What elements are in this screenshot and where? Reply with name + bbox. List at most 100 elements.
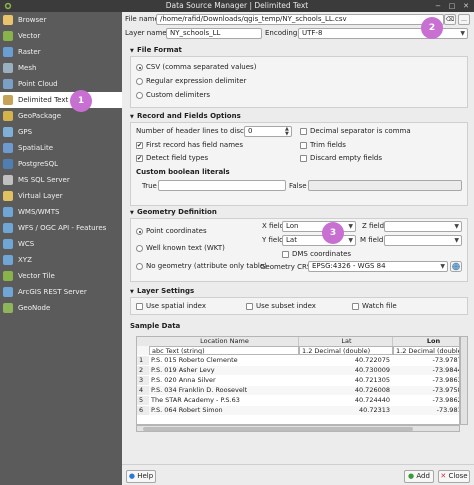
sidebar-item-raster[interactable]: Raster <box>0 44 122 60</box>
sidebar-item-wfs-ogc-api-features[interactable]: WFS / OGC API - Features <box>0 220 122 236</box>
table-row[interactable]: 4 P.S. 034 Franklin D. Roosevelt 40.726008… <box>137 386 459 395</box>
y-field-select[interactable]: Lat ▼ <box>282 235 356 246</box>
file-format-header[interactable]: ▼ File Format <box>130 45 182 56</box>
browse-file-button[interactable]: … <box>458 14 470 25</box>
field-type-select[interactable]: 1.2 Decimal (double) <box>393 346 459 355</box>
header-lines-label: Number of header lines to discard <box>136 127 256 135</box>
first-record-checkbox[interactable]: ✔ <box>136 142 143 149</box>
x-field-select[interactable]: Lon ▼ <box>282 221 356 232</box>
minimize-icon[interactable]: − <box>434 2 442 10</box>
column-header[interactable]: Lon <box>393 337 459 346</box>
sidebar-item-virtual-layer[interactable]: Virtual Layer <box>0 188 122 204</box>
table-header-row: Location Name Lat Lon <box>137 337 459 346</box>
layer-name-input[interactable]: NY_schools_LL <box>166 28 262 39</box>
column-header[interactable]: Lat <box>299 337 393 346</box>
wcs-icon <box>3 239 13 249</box>
sidebar-item-wcs[interactable]: WCS <box>0 236 122 252</box>
step-badge-2: 2 <box>421 17 443 39</box>
virtual-layer-icon <box>3 191 13 201</box>
sidebar-item-geopackage[interactable]: GeoPackage <box>0 108 122 124</box>
table-row[interactable]: 1 P.S. 015 Roberto Clemente 40.722075 -73.9… <box>137 356 460 365</box>
file-name-input[interactable]: /home/rafid/Downloads/qgis_temp/NY_schoo… <box>156 14 444 25</box>
table-vertical-scrollbar[interactable] <box>460 336 468 425</box>
sidebar-item-vector[interactable]: Vector <box>0 28 122 44</box>
close-icon[interactable]: ✕ <box>462 2 470 10</box>
table-row[interactable]: 2P.S. 019 Asher Levy 40.730009 -73.984496 <box>137 366 459 375</box>
maximize-icon[interactable]: □ <box>448 2 456 10</box>
table-row[interactable]: 6P.S. 064 Robert Simon 40.72313 -73.98181 <box>137 406 459 415</box>
layer-settings-header[interactable]: ▼ Layer Settings <box>130 286 194 297</box>
geometry-definition-header[interactable]: ▼ Geometry Definition <box>130 207 217 218</box>
csv-radio[interactable] <box>136 64 143 71</box>
vector-tile-icon <box>3 271 13 281</box>
discard-empty-checkbox[interactable] <box>300 155 307 162</box>
sidebar-item-ms-sql-server[interactable]: MS SQL Server <box>0 172 122 188</box>
sample-data-table[interactable]: Location Name Lat Lon abc Text (string) 1.2 … <box>136 336 460 425</box>
sidebar-item-vector-tile[interactable]: Vector Tile <box>0 268 122 284</box>
add-button[interactable]: ● Add <box>404 470 434 483</box>
sidebar-item-browser[interactable]: Browser <box>0 12 122 28</box>
xyz-icon <box>3 255 13 265</box>
clear-file-icon[interactable]: ⌫ <box>444 14 456 25</box>
table-horizontal-scrollbar[interactable] <box>136 425 460 432</box>
sidebar-item-delimited-text[interactable]: Delimited Text <box>0 92 122 108</box>
folder-icon <box>3 15 13 25</box>
sidebar-item-label: WCS <box>18 240 35 248</box>
table-cell: P.S. 015 Roberto Clemente <box>151 356 238 364</box>
chevron-down-icon: ▼ <box>440 263 445 270</box>
encoding-value: UTF-8 <box>302 29 323 37</box>
no-geometry-radio[interactable] <box>136 263 143 270</box>
sidebar-item-geonode[interactable]: GeoNode <box>0 300 122 316</box>
table-row[interactable]: 3P.S. 020 Anna Silver 40.721305 -73.986312 <box>137 376 460 385</box>
trim-fields-checkbox[interactable] <box>300 142 307 149</box>
scrollbar-thumb[interactable] <box>143 427 413 431</box>
crs-selector-globe-icon[interactable] <box>450 261 462 272</box>
row-number: 3 <box>137 376 149 385</box>
row-number: 4 <box>137 386 149 395</box>
subset-index-checkbox[interactable] <box>246 303 253 310</box>
table-cell: -73.986312 <box>432 376 460 384</box>
table-cell: -73.978747 <box>432 356 460 364</box>
geometry-crs-select[interactable]: EPSG:4326 - WGS 84 ▼ <box>308 261 448 272</box>
field-type-select[interactable]: abc Text (string) <box>149 346 299 355</box>
spatial-index-checkbox[interactable] <box>136 303 143 310</box>
sidebar-item-spatialite[interactable]: SpatiaLite <box>0 140 122 156</box>
close-button[interactable]: ✕ Close <box>438 470 470 483</box>
sidebar-item-xyz[interactable]: XYZ <box>0 252 122 268</box>
sidebar-item-gps[interactable]: GPS <box>0 124 122 140</box>
decimal-comma-checkbox[interactable] <box>300 128 307 135</box>
watch-file-label: Watch file <box>362 302 397 310</box>
spin-down-icon[interactable]: ▼ <box>285 131 289 137</box>
table-row[interactable]: 5 The STAR Academy - P.S.63 40.724440 -73.9… <box>137 396 459 405</box>
row-number: 1 <box>137 356 149 365</box>
z-field-select[interactable]: ▼ <box>384 221 462 232</box>
title-bar: Data Source Manager | Delimited Text − □… <box>0 0 474 12</box>
point-cloud-icon <box>3 79 13 89</box>
detect-types-checkbox[interactable]: ✔ <box>136 155 143 162</box>
m-field-select[interactable]: ▼ <box>384 235 462 246</box>
encoding-label: Encoding <box>265 29 298 37</box>
regex-radio[interactable] <box>136 78 143 85</box>
wkt-radio[interactable] <box>136 245 143 252</box>
table-cell: P.S. 019 Asher Levy <box>151 366 215 374</box>
custom-delimiters-radio[interactable] <box>136 92 143 99</box>
sidebar-item-point-cloud[interactable]: Point Cloud <box>0 76 122 92</box>
false-literal-input[interactable] <box>308 180 462 191</box>
sidebar-item-label: GeoNode <box>18 304 51 312</box>
point-coordinates-radio[interactable] <box>136 228 143 235</box>
help-button[interactable]: ● Help <box>126 470 156 483</box>
csv-label: CSV (comma separated values) <box>146 63 257 71</box>
sidebar-item-arcgis-rest-server[interactable]: ArcGIS REST Server <box>0 284 122 300</box>
sidebar-item-postgresql[interactable]: PostgreSQL <box>0 156 122 172</box>
record-fields-header[interactable]: ▼ Record and Fields Options <box>130 111 241 122</box>
column-header[interactable]: Location Name <box>149 337 299 346</box>
sidebar-item-mesh[interactable]: Mesh <box>0 60 122 76</box>
dms-coordinates-checkbox[interactable] <box>282 251 289 258</box>
sidebar-item-wms-wmts[interactable]: WMS/WMTS <box>0 204 122 220</box>
chevron-down-icon: ▼ <box>348 237 353 244</box>
true-literal-input[interactable] <box>158 180 286 191</box>
field-type-select[interactable]: 1.2 Decimal (double) <box>299 346 393 355</box>
watch-file-checkbox[interactable] <box>352 303 359 310</box>
sidebar-item-label: WMS/WMTS <box>18 208 60 216</box>
data-source-manager-window: Data Source Manager | Delimited Text − □… <box>0 0 474 485</box>
